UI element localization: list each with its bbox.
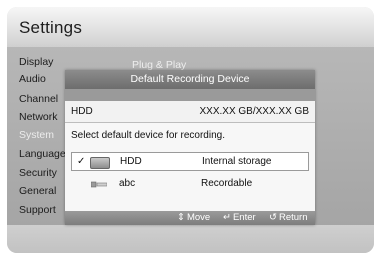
tv-screen: Settings Display Audio Channel Network S… — [7, 7, 374, 253]
current-device-row: HDD XXX.XX GB/XXX.XX GB — [65, 101, 315, 123]
menu-item-display[interactable]: Display — [19, 56, 53, 69]
footer-enter-hint: ↵ Enter — [223, 212, 256, 224]
hdd-icon — [90, 157, 110, 169]
device-name: HDD — [120, 156, 142, 167]
checkmark-icon: ✓ — [77, 156, 86, 167]
default-recording-device-dialog: Default Recording Device HDD XXX.XX GB/X… — [65, 70, 315, 225]
move-arrows-icon: ⇕ — [177, 212, 185, 223]
current-device-name: HDD — [71, 106, 93, 117]
dialog-divider — [65, 89, 315, 101]
header-bar: Settings — [7, 7, 374, 47]
device-option-abc[interactable]: abc Recordable — [71, 175, 309, 194]
device-option-hdd[interactable]: ✓ HDD Internal storage — [71, 152, 309, 171]
menu-item-network[interactable]: Network — [19, 111, 58, 124]
dialog-footer: ⇕ Move ↵ Enter ↺ Return — [65, 211, 315, 225]
dialog-title: Default Recording Device — [65, 70, 315, 89]
device-type: Internal storage — [202, 156, 272, 167]
footer-move-label: Move — [186, 212, 211, 223]
usb-icon — [91, 181, 107, 188]
menu-item-security[interactable]: Security — [19, 167, 57, 180]
device-name: abc — [119, 178, 136, 189]
dialog-instruction: Select default device for recording. — [71, 130, 225, 141]
page-title: Settings — [19, 18, 83, 37]
bottom-strip — [7, 225, 374, 253]
footer-return-label: Return — [278, 212, 308, 223]
menu-item-audio[interactable]: Audio — [19, 73, 46, 86]
menu-item-channel[interactable]: Channel — [19, 93, 58, 106]
current-device-capacity: XXX.XX GB/XXX.XX GB — [199, 106, 310, 117]
device-type: Recordable — [201, 178, 253, 189]
menu-item-general[interactable]: General — [19, 185, 56, 198]
menu-item-system[interactable]: System — [19, 129, 54, 142]
footer-return-hint: ↺ Return — [269, 212, 307, 224]
return-icon: ↺ — [269, 212, 277, 223]
menu-item-language[interactable]: Language — [19, 148, 66, 161]
footer-move-hint: ⇕ Move — [177, 212, 210, 224]
menu-item-support[interactable]: Support — [19, 204, 56, 217]
enter-icon: ↵ — [223, 212, 231, 223]
footer-enter-label: Enter — [232, 212, 256, 223]
